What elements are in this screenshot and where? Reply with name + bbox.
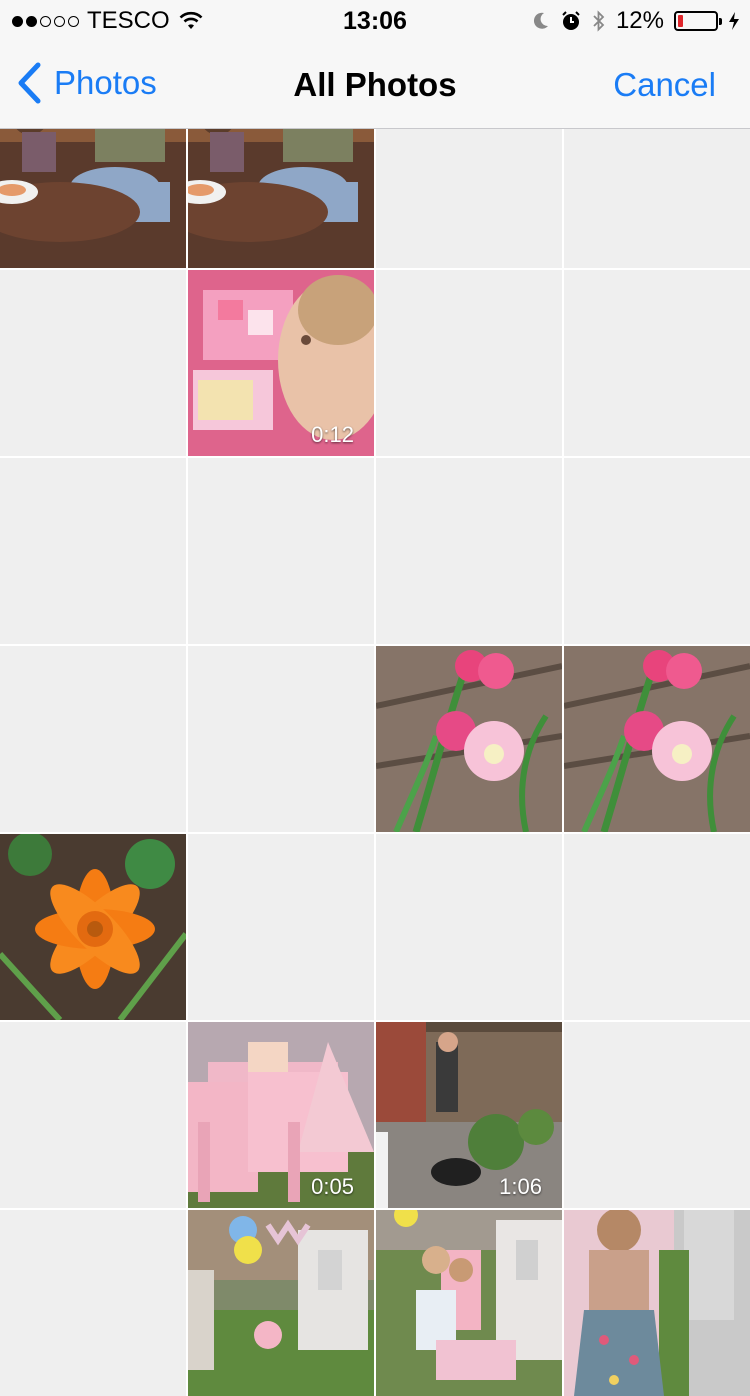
thumbnail-image — [376, 646, 562, 832]
grid-cell-empty — [188, 646, 374, 832]
grid-cell-empty — [376, 458, 562, 644]
charging-icon — [729, 12, 739, 30]
grid-cell-empty — [376, 270, 562, 456]
photo-thumbnail[interactable] — [564, 646, 750, 832]
battery-icon — [674, 11, 722, 31]
video-thumbnail[interactable]: 0:12 — [188, 270, 374, 456]
thumbnail-image — [564, 1210, 750, 1396]
grid-cell-empty — [0, 646, 186, 832]
video-thumbnail[interactable]: 1:06 — [376, 1022, 562, 1208]
thumbnail-image — [376, 1210, 562, 1396]
grid-cell-empty — [0, 458, 186, 644]
status-bar: TESCO 13:06 12% — [0, 0, 750, 40]
video-duration: 1:06 — [499, 1174, 542, 1199]
cancel-button[interactable]: Cancel — [613, 66, 716, 104]
moon-icon — [533, 12, 548, 29]
video-duration: 0:12 — [311, 422, 354, 447]
grid-cell-empty — [188, 458, 374, 644]
photo-thumbnail[interactable] — [376, 646, 562, 832]
grid-cell-empty — [0, 270, 186, 456]
photo-thumbnail[interactable] — [376, 1210, 562, 1396]
video-duration: 0:05 — [311, 1174, 354, 1199]
grid-cell-empty — [376, 834, 562, 1020]
photo-thumbnail[interactable] — [564, 1210, 750, 1396]
grid-cell-empty — [564, 834, 750, 1020]
video-thumbnail[interactable]: 0:05 — [188, 1022, 374, 1208]
grid-cell-empty — [0, 1210, 186, 1396]
battery-percent: 12% — [615, 7, 664, 34]
thumbnail-image — [0, 834, 186, 1020]
photo-thumbnail[interactable] — [0, 834, 186, 1020]
alarm-icon — [562, 11, 580, 30]
grid-cell-empty — [0, 1022, 186, 1208]
photo-grid: 0:12 0:05 1:06 — [0, 82, 750, 1396]
grid-cell-empty — [564, 270, 750, 456]
grid-cell-empty — [564, 458, 750, 644]
grid-cell-empty — [564, 1022, 750, 1208]
navigation-bar: Photos All Photos Cancel — [0, 40, 750, 128]
photo-thumbnail[interactable] — [188, 1210, 374, 1396]
thumbnail-image — [188, 1210, 374, 1396]
grid-cell-empty — [188, 834, 374, 1020]
bluetooth-icon — [593, 10, 605, 32]
thumbnail-image — [564, 646, 750, 832]
top-bar: TESCO 13:06 12% Photos All Photos Cancel — [0, 0, 750, 129]
